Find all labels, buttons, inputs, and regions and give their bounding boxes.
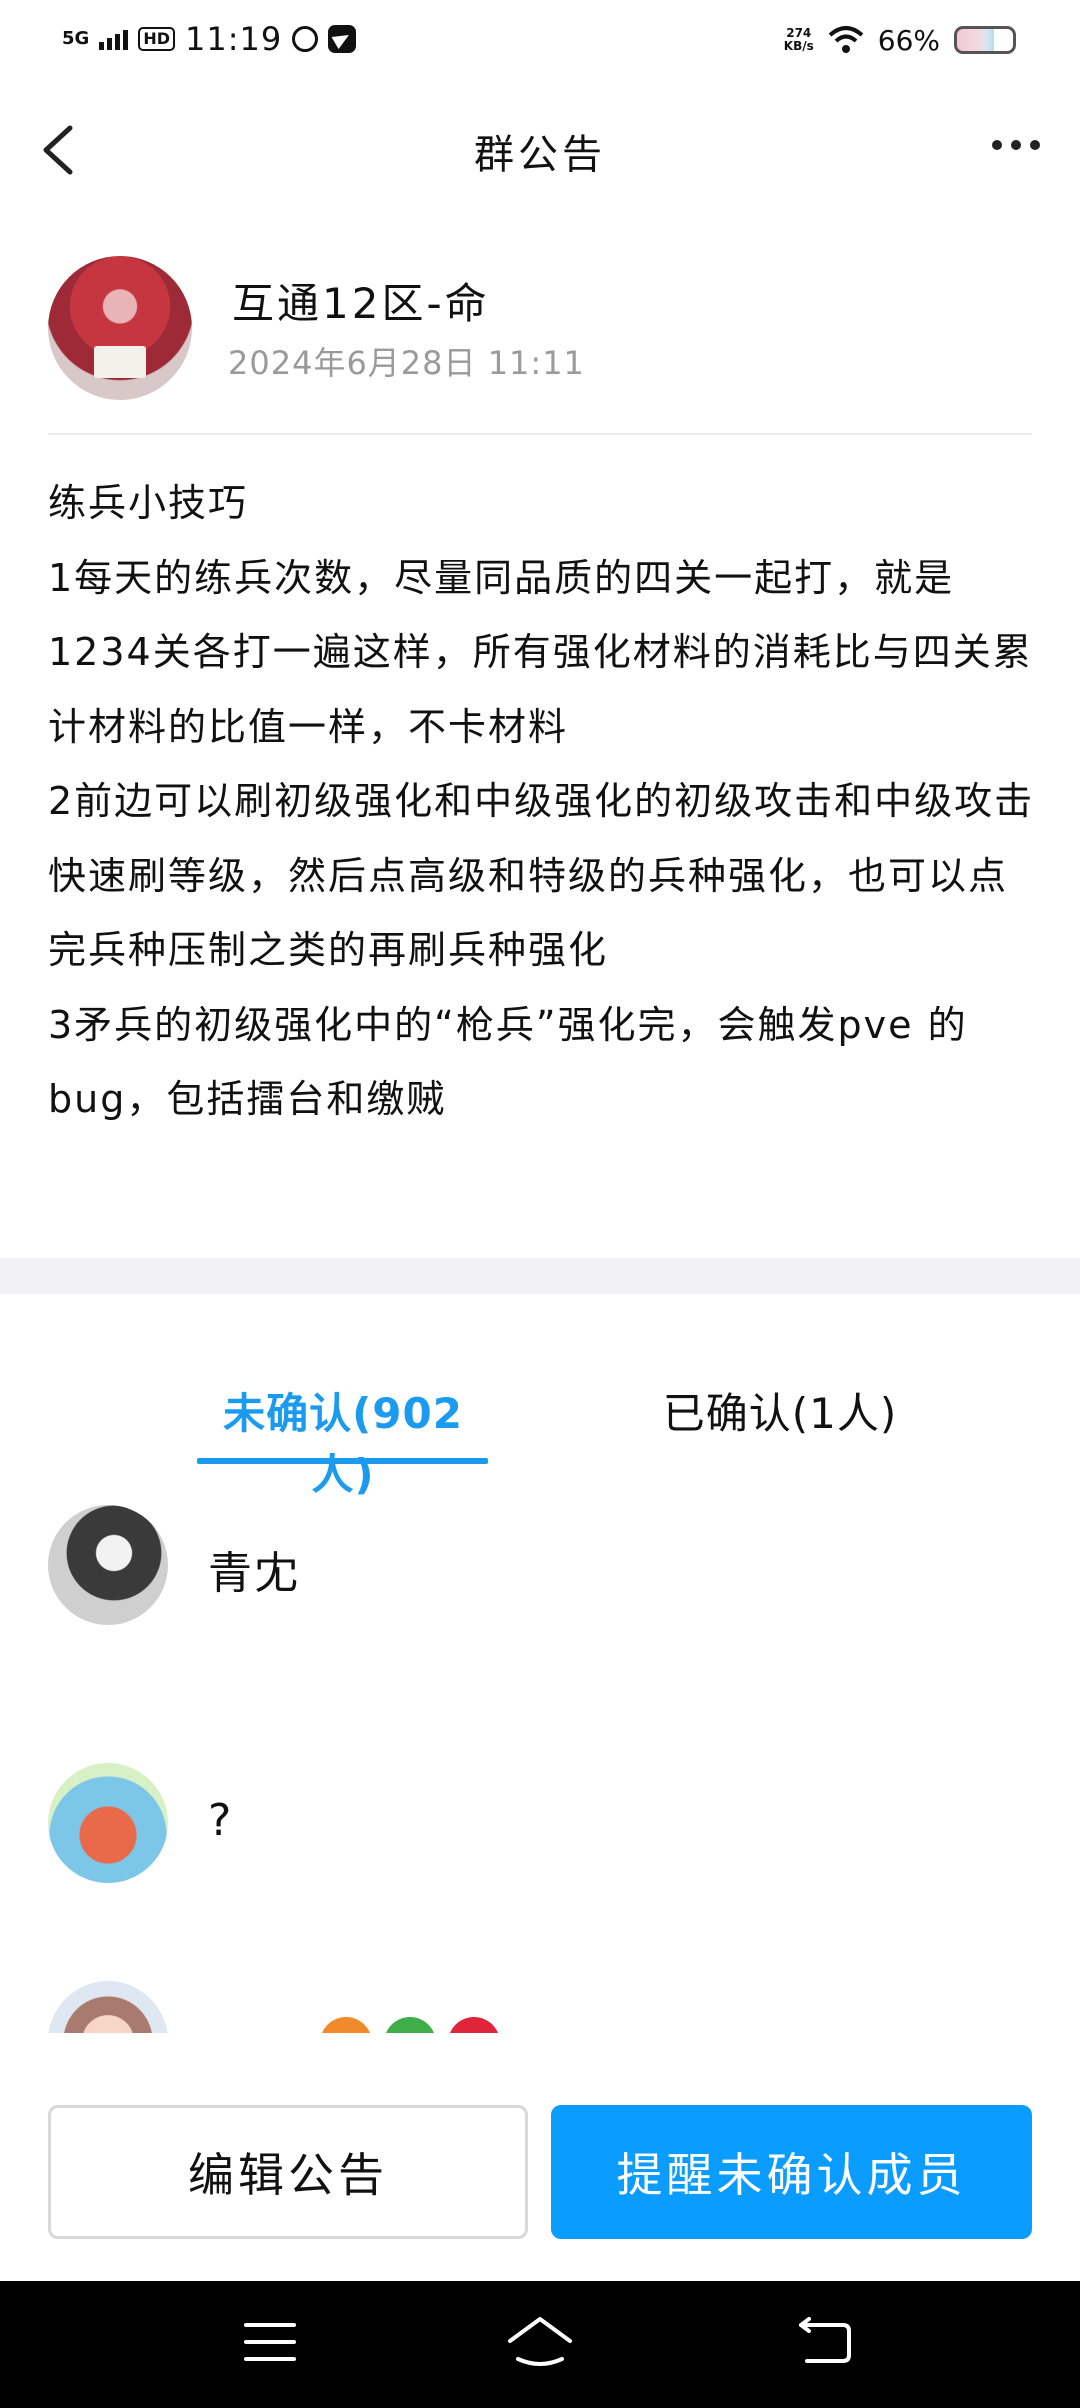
status-left: 5G HD 11:19 [62, 16, 357, 62]
network-type: 5G [62, 28, 90, 49]
telegram-icon [328, 25, 357, 53]
avatar [48, 1981, 168, 2033]
system-nav-bar [0, 2281, 1080, 2408]
notice-paragraph: 1每天的练兵次数，尽量同品质的四关一起打，就是1234关各打一遍这样，所有强化材… [48, 555, 1033, 749]
list-item[interactable]: ? [0, 1763, 1080, 1903]
screen: 5G HD 11:19 274 KB/s 66% 群公告 互通12区-命 202… [0, 0, 1080, 2408]
status-right: 274 KB/s 66% [784, 18, 1016, 62]
member-name: ? [208, 1795, 234, 1846]
confirmation-tabs: 未确认(902人) 已确认(1人) [0, 1294, 1080, 1499]
heart-emoji-icon [448, 2017, 500, 2033]
author-avatar[interactable] [48, 256, 192, 400]
notice-paragraph: 2前边可以刷初级强化和中级强化的初级攻击和中级攻击快速刷等级，然后点高级和特级的… [48, 779, 1035, 972]
post-date: 2024年6月28日 11:11 [228, 344, 585, 382]
app-notification-icon [292, 26, 319, 52]
notice-title: 练兵小技巧 [48, 481, 249, 525]
menu-icon[interactable] [244, 2323, 296, 2374]
network-speed: 274 KB/s [784, 27, 814, 53]
return-icon[interactable] [795, 2317, 853, 2369]
battery-icon [954, 26, 1016, 54]
hd-badge: HD [138, 27, 175, 51]
active-tab-indicator [197, 1458, 488, 1464]
home-icon[interactable] [504, 2315, 576, 2371]
member-list: 青冘 ? … [0, 1505, 1080, 2033]
list-item[interactable]: 青冘 [0, 1505, 1080, 1645]
member-name: 青冘 [208, 1548, 300, 1599]
tab-unconfirmed[interactable]: 未确认(902人) [198, 1380, 488, 1502]
status-time: 11:19 [184, 20, 283, 58]
more-horizontal-icon[interactable] [992, 140, 1040, 150]
dragon-emoji-icon [384, 2017, 436, 2033]
emoji-strip [320, 2017, 500, 2033]
notice-paragraph: 3矛兵的初级强化中的“枪兵”强化完，会触发pve 的 bug，包括擂台和缴贼 [48, 1002, 968, 1122]
bottom-action-bar: 编辑公告 提醒未确认成员 [0, 2033, 1080, 2281]
list-item[interactable]: … [0, 1981, 1080, 2033]
status-bar: 5G HD 11:19 274 KB/s 66% [0, 0, 1080, 78]
avatar [48, 1505, 168, 1625]
edit-notice-button[interactable]: 编辑公告 [48, 2105, 528, 2239]
remind-unconfirmed-button[interactable]: 提醒未确认成员 [551, 2105, 1032, 2239]
wifi-icon [828, 25, 864, 55]
member-name: … [208, 2013, 254, 2033]
author-name: 互通12区-命 [232, 279, 490, 328]
notice-body: 练兵小技巧 1每天的练兵次数，尽量同品质的四关一起打，就是1234关各打一遍这样… [48, 466, 1038, 1137]
tab-confirmed[interactable]: 已确认(1人) [630, 1380, 930, 1441]
battery-percent: 66% [877, 23, 940, 57]
signal-icon [99, 28, 129, 50]
page-title: 群公告 [474, 132, 606, 178]
divider [48, 433, 1032, 435]
speed-unit: KB/s [783, 39, 814, 53]
nav-bar: 群公告 [0, 78, 1080, 222]
avatar [48, 1763, 168, 1883]
section-separator [0, 1258, 1080, 1294]
fire-emoji-icon [320, 2017, 372, 2033]
